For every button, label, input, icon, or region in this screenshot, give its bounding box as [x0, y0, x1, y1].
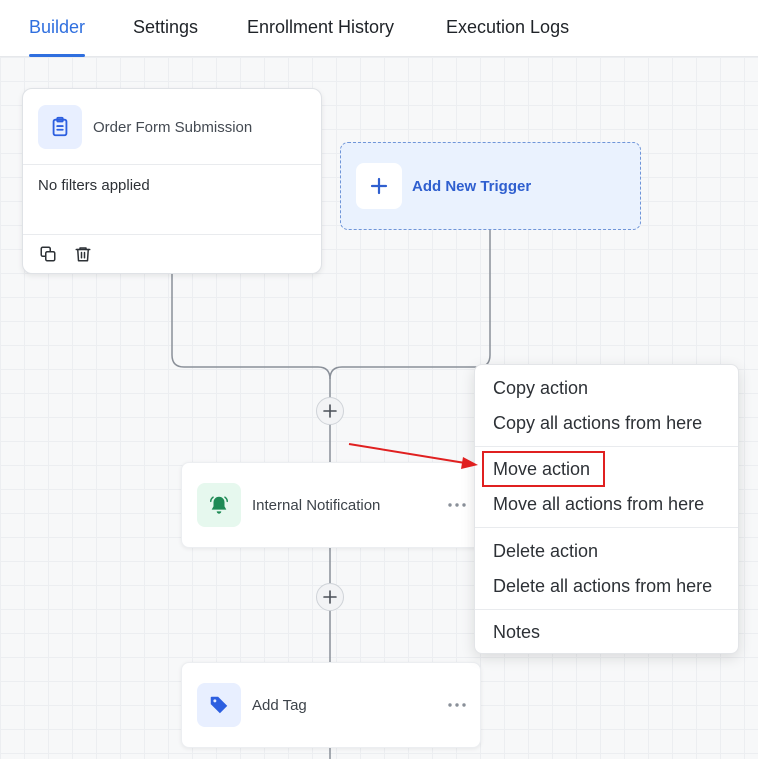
menu-item-delete-action[interactable]: Delete action	[493, 541, 598, 562]
plus-icon	[356, 163, 402, 209]
add-new-trigger-button[interactable]: Add New Trigger	[340, 142, 641, 230]
add-step-button[interactable]	[316, 583, 344, 611]
menu-item-delete-all-actions[interactable]: Delete all actions from here	[493, 576, 712, 597]
more-options-icon[interactable]	[446, 696, 468, 714]
menu-divider	[475, 527, 738, 528]
trigger-header: Order Form Submission	[23, 89, 321, 165]
tab-bar: Builder Settings Enrollment History Exec…	[0, 0, 758, 57]
menu-divider	[475, 609, 738, 610]
bell-icon	[197, 483, 241, 527]
tab-builder[interactable]: Builder	[29, 0, 86, 57]
clipboard-icon	[38, 105, 82, 149]
add-step-button[interactable]	[316, 397, 344, 425]
menu-item-notes[interactable]: Notes	[493, 622, 540, 643]
trigger-title: Order Form Submission	[93, 119, 253, 136]
trigger-body	[23, 165, 321, 235]
trigger-filter-text: No filters applied	[38, 177, 150, 194]
menu-item-move-action[interactable]: Move action	[493, 459, 590, 480]
more-options-icon[interactable]	[446, 496, 468, 514]
add-new-trigger-label: Add New Trigger	[412, 178, 532, 195]
plus-icon	[323, 404, 337, 418]
tab-settings[interactable]: Settings	[133, 0, 198, 57]
plus-icon	[323, 590, 337, 604]
trigger-card[interactable]: Order Form Submission No filters applied	[22, 88, 322, 274]
menu-item-copy-all-actions[interactable]: Copy all actions from here	[493, 413, 702, 434]
action-card-add-tag[interactable]: Add Tag	[181, 662, 481, 748]
trash-icon[interactable]	[73, 244, 93, 264]
copy-icon[interactable]	[38, 244, 58, 264]
tab-execution-logs[interactable]: Execution Logs	[446, 0, 569, 57]
action-label: Add Tag	[252, 697, 307, 714]
menu-item-copy-action[interactable]: Copy action	[493, 378, 588, 399]
tab-enrollment-history[interactable]: Enrollment History	[247, 0, 394, 57]
context-menu: Copy action Copy all actions from here M…	[474, 364, 739, 654]
menu-item-move-all-actions[interactable]: Move all actions from here	[493, 494, 704, 515]
action-label: Internal Notification	[252, 497, 381, 514]
menu-divider	[475, 446, 738, 447]
tag-icon	[197, 683, 241, 727]
action-card-internal-notification[interactable]: Internal Notification	[181, 462, 481, 548]
